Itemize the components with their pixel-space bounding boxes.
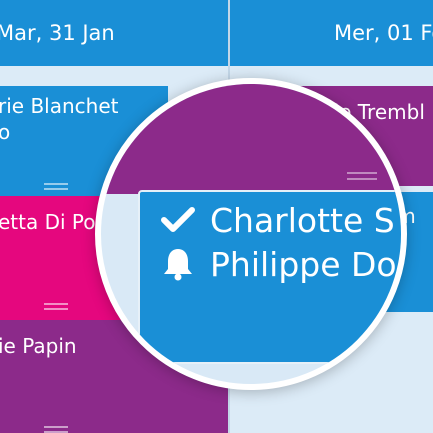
resize-handle[interactable] bbox=[44, 180, 68, 190]
event-name: etta Di Po bbox=[0, 210, 96, 234]
event-name: ie Papin bbox=[0, 334, 77, 358]
resize-handle[interactable] bbox=[44, 300, 68, 310]
magnified-event-blue[interactable]: Charlotte S Philippe Do bbox=[138, 190, 401, 364]
magnifier-lens: Charlotte S Philippe Do bbox=[95, 78, 407, 390]
check-icon bbox=[158, 200, 198, 240]
day-header-label: Mar, 31 Jan bbox=[0, 21, 115, 45]
attendee-row: Philippe Do bbox=[158, 244, 397, 284]
resize-handle bbox=[347, 168, 377, 180]
calendar-view: Mar, 31 Jan Mer, 01 Fé rie Blanchet o et… bbox=[0, 0, 433, 433]
event-subtitle: o bbox=[0, 120, 11, 144]
day-header-tuesday[interactable]: Mar, 31 Jan bbox=[0, 0, 228, 66]
attendee-row: Charlotte S bbox=[158, 200, 395, 240]
attendee-name: Charlotte S bbox=[210, 200, 395, 240]
attendee-name: Philippe Do bbox=[210, 244, 397, 284]
day-header-wednesday[interactable]: Mer, 01 Fé bbox=[230, 0, 433, 66]
magnified-event-purple bbox=[101, 84, 401, 194]
resize-handle[interactable] bbox=[44, 423, 68, 433]
bell-icon bbox=[158, 244, 198, 284]
day-header-label: Mer, 01 Fé bbox=[334, 21, 433, 45]
